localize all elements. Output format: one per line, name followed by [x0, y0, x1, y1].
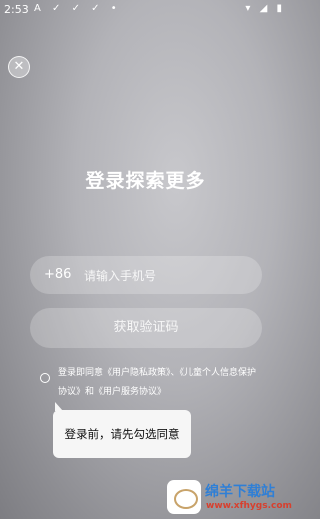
country-code[interactable]: +86 [44, 267, 71, 282]
phone-input-row[interactable]: +86 [30, 256, 262, 294]
privacy-policy-link[interactable]: 《用户隐私政策》 [103, 368, 171, 378]
watermark-name: 绵羊下载站 [205, 484, 275, 500]
page-title: 登录探索更多 [85, 170, 206, 192]
status-bar: 2:53 A ✓ ✓ ✓ • ▾ ◢ ▮ [0, 0, 291, 20]
watermark: 绵羊下载站 www.xfhygs.com [167, 480, 292, 516]
agreement-separator: 、 [170, 368, 180, 378]
agreement-and: 和 [85, 387, 95, 397]
phone-input[interactable] [82, 264, 246, 288]
toast-message: 登录前，请先勾选同意 [53, 410, 191, 458]
agreement-text: 登录即同意《用户隐私政策》、《儿童个人信息保护协议》和《用户服务协议》 [58, 364, 258, 402]
get-code-button[interactable]: 获取验证码 [30, 308, 262, 348]
service-agreement-link[interactable]: 《用户服务协议》 [94, 387, 166, 397]
sheep-logo-icon [167, 480, 201, 514]
watermark-url: www.xfhygs.com [206, 501, 292, 511]
system-status-icons: ▾ ◢ ▮ [245, 3, 285, 14]
close-button[interactable]: ✕ [8, 56, 30, 78]
agreement-prefix: 登录即同意 [58, 368, 104, 378]
close-icon: ✕ [13, 59, 25, 74]
status-time: 2:53 [4, 3, 29, 16]
notification-icons: A ✓ ✓ ✓ • [34, 3, 121, 14]
agree-checkbox[interactable] [40, 373, 50, 383]
